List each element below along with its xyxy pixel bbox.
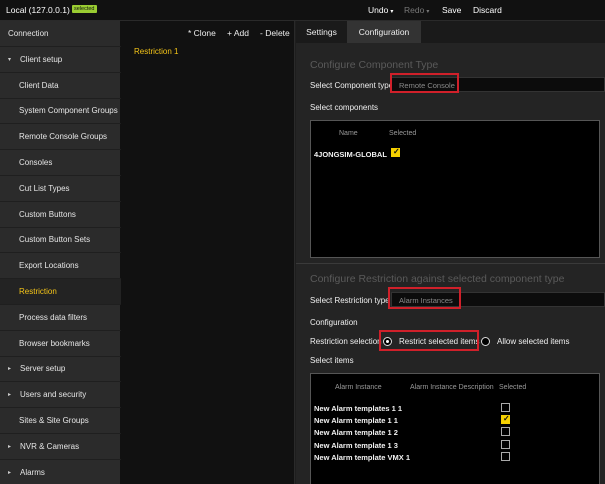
component-type-highlight (390, 73, 459, 93)
sidebar-item-client-setup[interactable]: ▾ Client setup (0, 47, 121, 73)
allow-selected-radio[interactable] (481, 337, 490, 346)
tab-settings[interactable]: Settings (296, 21, 347, 43)
select-components-label: Select components (310, 103, 379, 112)
sidebar-item-label: Process data filters (19, 312, 88, 322)
alarm-item-checkbox[interactable] (501, 439, 510, 449)
list-item-restriction-1[interactable]: Restriction 1 (134, 47, 178, 56)
sidebar-item-process-data-filters[interactable]: Process data filters (0, 305, 121, 331)
sidebar: Connection ▾ Client setup Client Data System… (0, 21, 121, 484)
sidebar-item-label: Custom Button Sets (19, 235, 91, 245)
connection-title: Local (127.0.0.1) (6, 5, 70, 15)
alarm-item-name: New Alarm template 1 2 (314, 428, 398, 438)
alarm-item-name: New Alarm template 1 3 (314, 440, 398, 450)
restrict-selected-highlight (379, 330, 479, 351)
expand-down-icon[interactable]: ▾ (8, 56, 14, 63)
alarm-item-name: New Alarm templates 1 1 (314, 404, 403, 413)
component-section-title: Configure Component Type (310, 59, 439, 71)
alarm-item-name: New Alarm template VMX 1 (314, 452, 411, 462)
redo-dropdown-icon[interactable]: ▾ (426, 9, 429, 15)
restriction-section-title: Configure Restriction against selected c… (310, 273, 565, 285)
component-selected-checkbox[interactable] (391, 147, 400, 157)
clone-button[interactable]: * Clone (188, 28, 216, 38)
expand-right-icon[interactable]: ▸ (8, 391, 14, 398)
alarm-item-checkbox[interactable] (501, 427, 510, 437)
sidebar-item-client-data[interactable]: Client Data (0, 73, 121, 99)
sidebar-item-label: Cut List Types (19, 183, 70, 193)
list-toolbar: * Clone + Add - Delete (121, 21, 295, 43)
sidebar-item-label: Export Locations (19, 261, 79, 271)
sidebar-item-label: System Component Groups (19, 106, 118, 116)
alarm-instance-header: Alarm Instance (335, 384, 382, 391)
alarm-item-checkbox[interactable] (501, 451, 510, 461)
sidebar-item-label: Consoles (19, 158, 53, 167)
alarm-description-header: Alarm Instance Description (410, 384, 494, 391)
sidebar-item-cut-list-types[interactable]: Cut List Types (0, 176, 121, 202)
sidebar-item-label: Connection (8, 29, 49, 38)
restriction-type-label: Select Restriction type (310, 296, 390, 305)
sidebar-item-users-and-security[interactable]: ▸ Users and security (0, 382, 121, 409)
alarm-item-checkbox[interactable] (501, 403, 510, 412)
restriction-list-pane: * Clone + Add - Delete Restriction 1 (121, 21, 295, 484)
sidebar-item-consoles[interactable]: Consoles (0, 150, 121, 176)
undo-button[interactable]: Undo ▾ (368, 5, 393, 15)
alarm-item-checkbox[interactable] (501, 414, 510, 425)
alarm-item-name: New Alarm template 1 1 (314, 416, 398, 426)
components-name-header: Name (339, 130, 358, 137)
undo-label: Undo (368, 5, 389, 15)
sidebar-item-label: Restriction (19, 287, 57, 296)
restriction-selection-label: Restriction selection (310, 337, 382, 346)
top-bar: Local (127.0.0.1) selected Undo ▾ Redo ▾ S… (0, 0, 605, 21)
restriction-type-highlight (388, 287, 461, 309)
sidebar-item-system-component-groups[interactable]: System Component Groups (0, 98, 121, 125)
select-items-label: Select items (310, 356, 354, 365)
sidebar-item-browser-bookmarks[interactable]: Browser bookmarks (0, 331, 121, 357)
save-button[interactable]: Save (442, 5, 461, 15)
tab-bar: Settings Configuration (296, 21, 605, 43)
sidebar-item-custom-buttons[interactable]: Custom Buttons (0, 202, 121, 228)
redo-label: Redo (404, 5, 425, 15)
section-divider (296, 263, 605, 264)
tab-configuration[interactable]: Configuration (347, 21, 421, 43)
expand-right-icon[interactable]: ▸ (8, 469, 14, 476)
sidebar-item-label: Sites & Site Groups (19, 416, 89, 425)
sidebar-item-remote-console-groups[interactable]: Remote Console Groups (0, 124, 121, 151)
configuration-panel: Configure Component Type Select Componen… (296, 43, 605, 484)
sidebar-item-label: Users and security (20, 390, 87, 400)
alarm-selected-header: Selected (499, 384, 527, 391)
sidebar-item-label: Client Data (19, 80, 59, 90)
redo-button[interactable]: Redo ▾ (404, 5, 429, 15)
sidebar-item-label: Client setup (20, 54, 63, 64)
selected-badge: selected (72, 5, 97, 13)
delete-button[interactable]: - Delete (260, 28, 290, 38)
components-table: Name Selected 4JONGSIM-GLOBAL (310, 120, 600, 258)
expand-right-icon[interactable]: ▸ (8, 365, 14, 372)
sidebar-item-label: Server setup (20, 364, 66, 374)
component-type-label: Select Component type (310, 81, 394, 90)
sidebar-item-alarms[interactable]: ▸ Alarms (0, 460, 121, 484)
add-button[interactable]: + Add (227, 28, 249, 38)
discard-button[interactable]: Discard (473, 5, 502, 15)
allow-selected-label[interactable]: Allow selected items (497, 337, 569, 346)
sidebar-item-sites-site-groups[interactable]: Sites & Site Groups (0, 408, 121, 434)
expand-right-icon[interactable]: ▸ (8, 443, 14, 450)
sidebar-item-label: Alarms (20, 467, 45, 477)
components-selected-header: Selected (389, 130, 417, 137)
component-row-name: 4JONGSIM-GLOBAL (314, 150, 387, 159)
sidebar-item-restriction[interactable]: Restriction (0, 279, 121, 305)
sidebar-item-label: NVR & Cameras (20, 441, 80, 451)
configuration-label: Configuration (310, 318, 358, 327)
sidebar-item-label: Browser bookmarks (19, 338, 90, 348)
sidebar-item-label: Remote Console Groups (19, 132, 108, 142)
sidebar-item-server-setup[interactable]: ▸ Server setup (0, 356, 121, 383)
alarm-items-table: Alarm Instance Alarm Instance Descriptio… (310, 373, 600, 484)
sidebar-item-export-locations[interactable]: Export Locations (0, 253, 121, 280)
sidebar-item-connection[interactable]: Connection (0, 21, 121, 47)
sidebar-item-label: Custom Buttons (19, 209, 76, 219)
sidebar-item-nvr-cameras[interactable]: ▸ NVR & Cameras (0, 434, 121, 460)
sidebar-item-custom-button-sets[interactable]: Custom Button Sets (0, 227, 121, 254)
undo-dropdown-icon[interactable]: ▾ (390, 9, 393, 15)
